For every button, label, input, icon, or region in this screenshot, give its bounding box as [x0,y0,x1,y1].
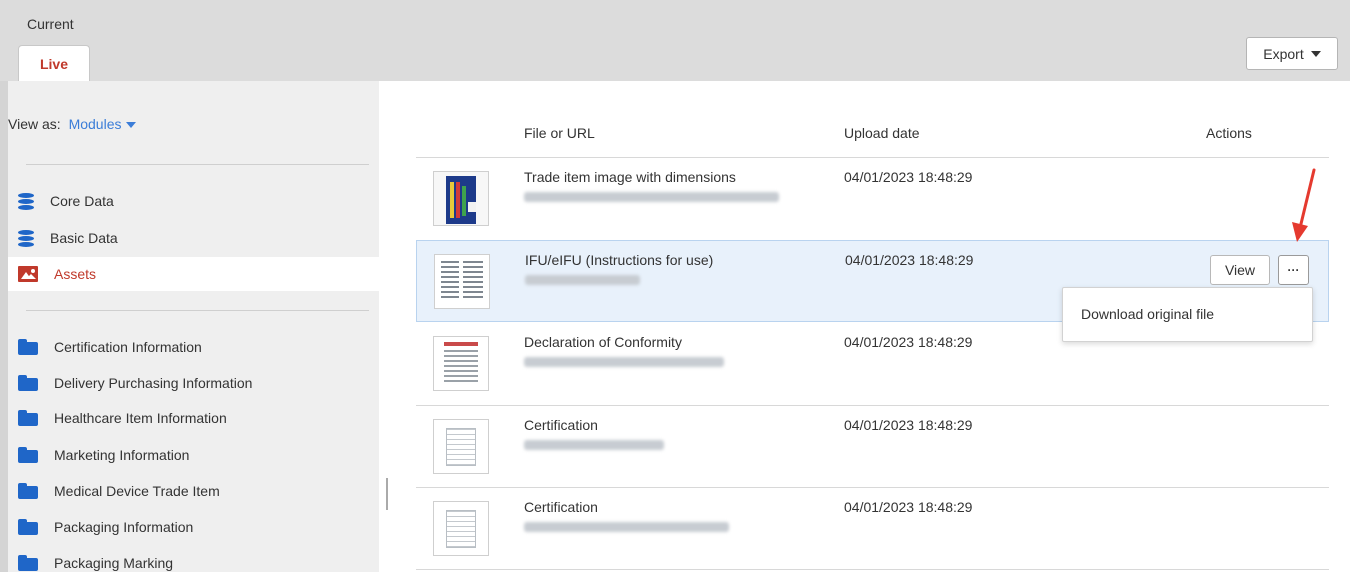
sidebar-item-label: Delivery Purchasing Information [54,375,253,391]
view-as-value: Modules [68,116,122,132]
sidebar-item-label: Basic Data [50,230,118,246]
column-header-actions: Actions [1206,125,1252,141]
file-title[interactable]: Certification [524,499,598,515]
database-icon [18,192,34,210]
divider [416,569,1329,570]
more-actions-button[interactable]: ··· [1278,255,1309,285]
file-name-blurred [524,192,779,202]
folder-icon [18,483,38,499]
divider [26,310,369,311]
sidebar-item-delivery-purchasing-information[interactable]: Delivery Purchasing Information [8,366,379,400]
caret-down-icon [126,122,137,129]
actions-dropdown-menu: Download original file [1062,287,1313,342]
sidebar-item-label: Certification Information [54,339,202,355]
file-name-blurred [524,357,724,367]
sidebar: View as: Modules Core Data Basic Data As… [8,81,379,572]
file-thumbnail[interactable] [433,501,489,556]
file-thumbnail[interactable] [433,336,489,391]
file-title[interactable]: IFU/eIFU (Instructions for use) [525,252,713,268]
file-thumbnail[interactable] [434,254,490,309]
column-header-file: File or URL [524,125,595,141]
sidebar-item-certification-information[interactable]: Certification Information [8,330,379,364]
view-button[interactable]: View [1210,255,1270,285]
sidebar-item-marketing-information[interactable]: Marketing Information [8,438,379,472]
table-row[interactable]: Trade item image with dimensions 04/01/2… [416,158,1329,240]
sidebar-item-label: Core Data [50,193,114,209]
upload-date: 04/01/2023 18:48:29 [844,169,973,185]
folder-icon [18,410,38,426]
file-thumbnail[interactable] [433,419,489,474]
sidebar-item-label: Assets [54,266,97,282]
database-icon [18,229,34,247]
sidebar-item-label: Packaging Information [54,519,194,535]
image-icon [18,266,38,282]
download-original-file-item[interactable]: Download original file [1081,306,1214,322]
folder-icon [18,555,38,571]
upload-date: 04/01/2023 18:48:29 [844,499,973,515]
file-title[interactable]: Trade item image with dimensions [524,169,736,185]
sidebar-item-healthcare-item-information[interactable]: Healthcare Item Information [8,401,379,435]
annotation-arrow-icon [1292,168,1316,242]
folder-icon [18,519,38,535]
sidebar-item-label: Packaging Marking [54,555,174,571]
sidebar-edge [0,81,8,572]
sidebar-item-label: Marketing Information [54,447,190,463]
resize-handle[interactable] [386,478,388,510]
view-as-dropdown[interactable]: Modules [69,116,137,132]
file-name-blurred [525,275,640,285]
tab-live[interactable]: Live [18,45,90,81]
folder-icon [18,339,38,355]
folder-icon [18,447,38,463]
folder-icon [18,375,38,391]
sidebar-item-basic-data[interactable]: Basic Data [8,221,379,255]
divider [26,164,369,165]
column-header-upload-date: Upload date [844,125,920,141]
export-label: Export [1263,45,1304,62]
table-row[interactable]: Certification 04/01/2023 18:48:29 [416,406,1329,488]
sidebar-item-label: Healthcare Item Information [54,410,227,426]
sidebar-item-packaging-information[interactable]: Packaging Information [8,510,379,544]
export-button[interactable]: Export [1246,37,1338,70]
view-as: View as: Modules [8,116,137,132]
upload-date: 04/01/2023 18:48:29 [844,417,973,433]
file-title[interactable]: Declaration of Conformity [524,334,682,350]
view-as-label: View as: [8,116,61,132]
file-name-blurred [524,440,664,450]
file-thumbnail[interactable] [433,171,489,226]
sidebar-item-core-data[interactable]: Core Data [8,184,379,218]
file-name-blurred [524,522,729,532]
file-title[interactable]: Certification [524,417,598,433]
upload-date: 04/01/2023 18:48:29 [845,252,974,268]
sidebar-item-packaging-marking[interactable]: Packaging Marking [8,546,379,572]
sidebar-item-label: Medical Device Trade Item [54,483,220,499]
section-title: Current [27,16,74,32]
upload-date: 04/01/2023 18:48:29 [844,334,973,350]
sidebar-item-medical-device-trade-item[interactable]: Medical Device Trade Item [8,474,379,508]
top-bar: Current Live Export [0,0,1350,81]
table-row[interactable]: Certification 04/01/2023 18:48:29 [416,488,1329,570]
sidebar-item-assets[interactable]: Assets [8,257,379,291]
caret-down-icon [1310,50,1321,57]
